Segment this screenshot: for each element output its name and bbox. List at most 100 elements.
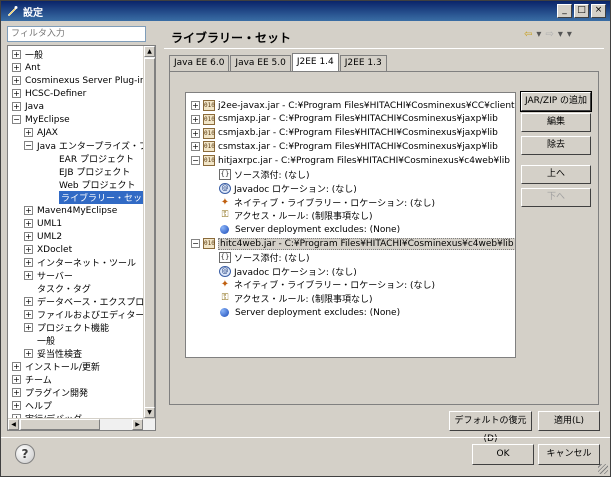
expand-plus-icon[interactable]: +: [24, 245, 33, 254]
forward-arrow-icon[interactable]: ⇨: [545, 29, 553, 40]
tree-item-internet-tools[interactable]: + インターネット・ツール: [24, 256, 136, 269]
expand-plus-icon[interactable]: +: [191, 128, 200, 138]
expand-plus-icon[interactable]: +: [191, 114, 200, 124]
ok-button[interactable]: OK: [472, 444, 534, 465]
tree-item-help[interactable]: + ヘルプ: [12, 399, 52, 412]
expand-plus-icon[interactable]: +: [12, 89, 21, 98]
apply-button[interactable]: 適用(L): [538, 411, 600, 431]
collapse-minus-icon[interactable]: −: [191, 156, 200, 166]
back-arrow-icon[interactable]: ⇦: [524, 29, 532, 40]
library-jar-row[interactable]: −010 hitjaxrpc.jar - C:¥Program Files¥HIT…: [191, 154, 510, 167]
tree-item-java-enterprise[interactable]: − Java エンタープライズ・プ: [24, 139, 148, 152]
collapse-minus-icon[interactable]: −: [191, 239, 200, 248]
resize-grip[interactable]: [598, 464, 608, 474]
library-jar-row[interactable]: −010 hitc4web.jar - C:¥Program Files¥HITA…: [191, 237, 515, 250]
tree-item-server[interactable]: + サーバー: [24, 269, 73, 282]
tree-item-myeclipse[interactable]: − MyEclipse: [12, 113, 70, 126]
expand-plus-icon[interactable]: +: [24, 128, 33, 137]
tree-item-uml1[interactable]: + UML1: [24, 217, 62, 230]
preferences-tree[interactable]: +実行/デバッグ+ヘルプ+プラグイン開発+チーム+インストール/更新+妥当性検査…: [7, 45, 156, 431]
expand-plus-icon[interactable]: +: [24, 206, 33, 215]
tree-item-task-tags[interactable]: タスク・タグ: [24, 282, 91, 295]
view-menu-chevron-down-icon[interactable]: ▾: [567, 29, 572, 40]
cancel-button[interactable]: キャンセル: [538, 444, 600, 465]
scroll-left-arrow-icon[interactable]: ◀: [8, 419, 19, 430]
expand-plus-icon[interactable]: +: [12, 375, 21, 384]
tree-item-ear-project[interactable]: EAR プロジェクト: [46, 152, 134, 165]
library-attribute-row[interactable]: @ Javadoc ロケーション: (なし): [219, 182, 357, 195]
tree-item-team[interactable]: + チーム: [12, 373, 52, 386]
expand-plus-icon[interactable]: +: [12, 102, 21, 111]
maximize-button[interactable]: □: [574, 4, 589, 18]
tree-item-maven4myeclipse[interactable]: + Maven4MyEclipse: [24, 204, 117, 217]
expand-plus-icon[interactable]: +: [12, 388, 21, 397]
move-up-button[interactable]: 上へ: [521, 165, 591, 184]
tree-item-xdoclet[interactable]: + XDoclet: [24, 243, 72, 256]
move-down-button[interactable]: 下へ: [521, 188, 591, 207]
remove-button[interactable]: 除去: [521, 136, 591, 155]
tree-item-library-set[interactable]: ライブラリー・セット: [46, 191, 154, 204]
collapse-minus-icon[interactable]: −: [12, 115, 21, 124]
expand-plus-icon[interactable]: +: [12, 401, 21, 410]
restore-defaults-button[interactable]: デフォルトの復元(D): [449, 411, 532, 444]
expand-plus-icon[interactable]: +: [24, 258, 33, 267]
library-list[interactable]: +010 j2ee-javax.jar - C:¥Program Files¥HI…: [185, 92, 516, 358]
library-attribute-row[interactable]: Server deployment excludes: (None): [219, 223, 400, 236]
scroll-up-arrow-icon[interactable]: ▲: [144, 46, 155, 57]
library-attribute-row[interactable]: ✦ ネイティブ・ライブラリー・ロケーション: (なし): [219, 196, 435, 209]
tree-item-database-explorer[interactable]: + データベース・エクスプロ: [24, 295, 144, 308]
tab-java-ee-6[interactable]: Java EE 6.0: [169, 55, 230, 71]
tree-item-ant[interactable]: + Ant: [12, 61, 40, 74]
tree-item-hcsc-definer[interactable]: + HCSC-Definer: [12, 87, 86, 100]
expand-plus-icon[interactable]: +: [12, 50, 21, 59]
expand-plus-icon[interactable]: +: [24, 271, 33, 280]
tree-item-ajax[interactable]: + AJAX: [24, 126, 58, 139]
close-button[interactable]: ×: [591, 4, 606, 18]
forward-menu-chevron-down-icon[interactable]: ▾: [558, 29, 563, 40]
tab-j2ee-1-4[interactable]: J2EE 1.4: [291, 53, 339, 71]
tree-hscroll-thumb[interactable]: [20, 419, 100, 430]
expand-plus-icon[interactable]: +: [12, 76, 21, 85]
library-attribute-row[interactable]: ⚿ アクセス・ルール: (制限事項なし): [219, 209, 373, 222]
tree-item-cosminexus-server-plugin[interactable]: + Cosminexus Server Plug-in: [12, 74, 146, 87]
expand-plus-icon[interactable]: +: [24, 349, 33, 358]
library-attribute-row[interactable]: @ Javadoc ロケーション: (なし): [219, 265, 357, 278]
library-attribute-row[interactable]: {} ソース添付: (なし): [219, 251, 309, 264]
tree-item-project-capabilities[interactable]: + プロジェクト機能: [24, 321, 109, 334]
library-jar-row[interactable]: +010 csmstax.jar - C:¥Program Files¥HITAC…: [191, 140, 498, 153]
scroll-down-arrow-icon[interactable]: ▼: [144, 407, 155, 418]
tree-horizontal-scrollbar[interactable]: ◀ ▶: [8, 418, 155, 430]
edit-button[interactable]: 編集: [521, 113, 591, 132]
library-jar-row[interactable]: +010 j2ee-javax.jar - C:¥Program Files¥HI…: [191, 99, 515, 112]
tree-item-plugin-development[interactable]: + プラグイン開発: [12, 386, 88, 399]
expand-plus-icon[interactable]: +: [24, 297, 33, 306]
tree-scroll-thumb[interactable]: [144, 58, 155, 408]
collapse-minus-icon[interactable]: −: [24, 141, 33, 150]
tree-vertical-scrollbar[interactable]: ▲ ▼: [143, 46, 155, 418]
minimize-button[interactable]: _: [557, 4, 572, 18]
expand-plus-icon[interactable]: +: [191, 142, 200, 152]
filter-input[interactable]: [7, 26, 146, 42]
tree-item-validation[interactable]: + 妥当性検査: [24, 347, 82, 360]
tree-item-install-update[interactable]: + インストール/更新: [12, 360, 100, 373]
expand-plus-icon[interactable]: +: [24, 232, 33, 241]
tree-item-uml2[interactable]: + UML2: [24, 230, 62, 243]
tree-item-java[interactable]: + Java: [12, 100, 44, 113]
add-jar-zip-button[interactable]: JAR/ZIP の追加: [520, 91, 592, 112]
tree-item-ejb-project[interactable]: EJB プロジェクト: [46, 165, 130, 178]
library-jar-row[interactable]: +010 csmjaxb.jar - C:¥Program Files¥HITAC…: [191, 127, 498, 140]
library-attribute-row[interactable]: Server deployment excludes: (None): [219, 306, 400, 319]
tree-item-files-and-editors[interactable]: + ファイルおよびエディター: [24, 308, 144, 321]
library-attribute-row[interactable]: ⚿ アクセス・ルール: (制限事項なし): [219, 292, 373, 305]
expand-plus-icon[interactable]: +: [12, 63, 21, 72]
expand-plus-icon[interactable]: +: [24, 323, 33, 332]
tab-j2ee-1-3[interactable]: J2EE 1.3: [339, 55, 387, 71]
tree-item-myeclipse-general[interactable]: 一般: [24, 334, 55, 347]
library-attribute-row[interactable]: {} ソース添付: (なし): [219, 168, 309, 181]
expand-plus-icon[interactable]: +: [24, 219, 33, 228]
expand-plus-icon[interactable]: +: [24, 310, 33, 319]
title-bar[interactable]: 設定 _ □ ×: [1, 1, 610, 21]
scroll-right-arrow-icon[interactable]: ▶: [132, 419, 143, 430]
tree-item-web-project[interactable]: Web プロジェクト: [46, 178, 135, 191]
help-icon[interactable]: ?: [15, 444, 35, 464]
